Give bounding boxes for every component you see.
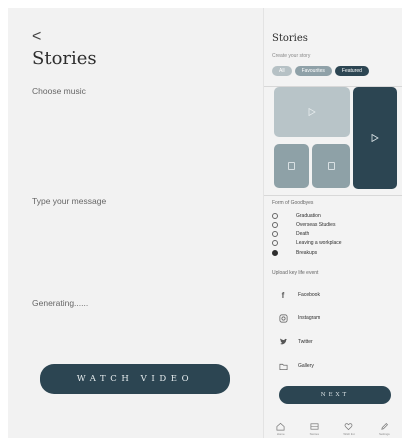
nav-home[interactable]: Home (276, 422, 285, 436)
message-prompt-label[interactable]: Type your message (32, 196, 106, 206)
left-screen: < Stories Choose music Type your message… (8, 8, 261, 438)
social-label: Gallery (298, 363, 314, 369)
radio-button[interactable] (272, 231, 278, 237)
option-overseas-studies[interactable]: Overseas Studies (272, 222, 335, 228)
nav-label: Stories (309, 432, 319, 436)
facebook-icon: f (281, 290, 285, 300)
divider (264, 195, 402, 196)
nav-label: Wish list (343, 432, 355, 436)
nav-label: Settings (378, 432, 390, 436)
radio-button[interactable] (272, 213, 278, 219)
option-graduation[interactable]: Graduation (272, 213, 321, 219)
document-icon (327, 162, 335, 170)
option-label: Breakups (296, 250, 318, 256)
form-of-goodbyes-label: Form of Goodbyes (272, 200, 314, 206)
option-breakups[interactable]: Breakups (272, 250, 317, 256)
story-tile-small-2[interactable] (312, 144, 350, 188)
nav-settings[interactable]: Settings (379, 422, 390, 436)
tab-favourites[interactable]: Favourites (294, 66, 332, 76)
watch-video-button[interactable]: WATCH VIDEO (40, 364, 230, 394)
video-tile-featured[interactable] (353, 87, 397, 189)
social-facebook[interactable]: f Facebook (278, 290, 320, 300)
story-tabs: All Favourites Featured (272, 66, 369, 76)
option-label: Leaving a workplace (296, 240, 342, 246)
option-label: Overseas Studies (296, 222, 336, 228)
upload-life-event-label: Upload key life event (272, 270, 319, 276)
social-twitter[interactable]: Twitter (278, 337, 313, 347)
bottom-navigation: Home Stories Wish list Settings (264, 420, 402, 438)
folder-icon (278, 361, 288, 371)
social-label: Instagram (298, 315, 321, 321)
option-label: Death (296, 231, 310, 237)
radio-button-selected[interactable] (272, 250, 278, 256)
page-title: Stories (32, 48, 97, 69)
generating-status: Generating...... (32, 298, 89, 308)
home-icon (276, 422, 285, 431)
nav-wishlist[interactable]: Wish list (343, 422, 355, 436)
stories-title: Stories (272, 33, 308, 44)
video-tile-large[interactable] (274, 87, 350, 137)
next-button[interactable]: NEXT (279, 386, 391, 404)
document-icon (288, 162, 295, 170)
nav-stories[interactable]: Stories (310, 422, 319, 436)
app-frame: < Stories Choose music Type your message… (8, 8, 402, 438)
play-icon (308, 108, 316, 116)
radio-button[interactable] (272, 240, 278, 246)
social-label: Twitter (298, 339, 313, 345)
heart-icon (345, 423, 353, 431)
create-story-subtitle: Create your story (272, 53, 311, 59)
play-icon (371, 134, 379, 142)
social-gallery[interactable]: Gallery (278, 361, 314, 371)
nav-label: Home (276, 432, 285, 436)
social-label: Facebook (298, 292, 320, 298)
instagram-icon (278, 313, 288, 323)
radio-button[interactable] (272, 222, 278, 228)
twitter-icon (278, 337, 288, 347)
back-arrow-icon[interactable]: < (32, 29, 46, 45)
story-tile-small-1[interactable] (274, 144, 309, 188)
stories-icon (310, 423, 319, 430)
social-instagram[interactable]: Instagram (278, 313, 320, 323)
pencil-icon (381, 423, 388, 430)
option-label: Graduation (296, 213, 321, 219)
tab-featured[interactable]: Featured (334, 66, 369, 76)
choose-music-label[interactable]: Choose music (32, 86, 86, 96)
option-leaving-workplace[interactable]: Leaving a workplace (272, 240, 342, 246)
tab-all[interactable]: All (272, 66, 292, 76)
right-screen: Stories Create your story All Favourites… (263, 8, 402, 438)
option-death[interactable]: Death (272, 231, 309, 237)
